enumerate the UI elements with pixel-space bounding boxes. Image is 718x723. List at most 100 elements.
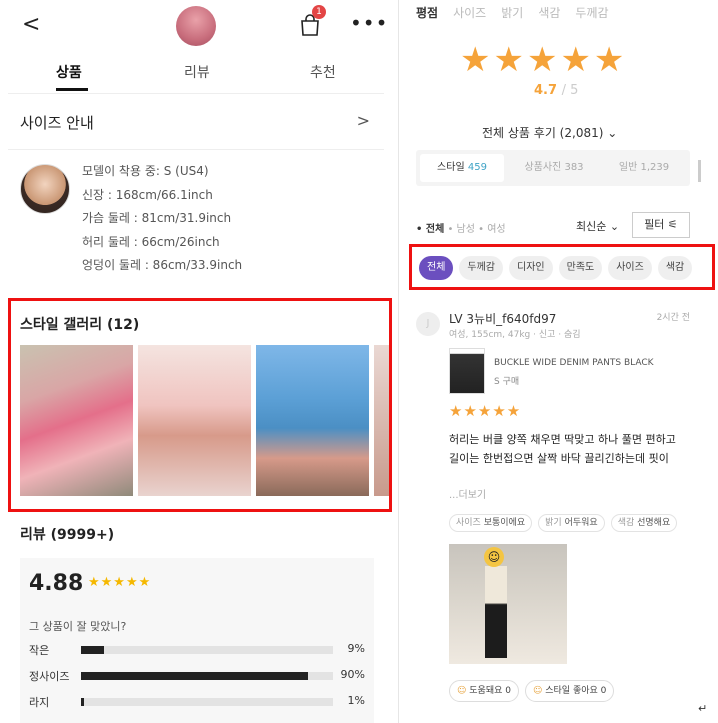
review-heading: 리뷰 (9999+) [20, 527, 115, 543]
segment-style[interactable]: 스타일 459 [420, 154, 504, 182]
reviewer-meta: 여성, 155cm, 47kg · 신고 · 숨김 [449, 330, 581, 340]
gallery-image[interactable] [256, 345, 369, 496]
model-waist: 허리 둘레 : 66cm/26inch [82, 234, 220, 249]
tag-value: 보통이에요 [483, 518, 526, 528]
chevron-right-icon: > [356, 111, 370, 130]
gender-female[interactable]: • 여성 [478, 224, 505, 235]
active-tab-indicator [56, 88, 88, 91]
tab-color[interactable]: 색감 [538, 4, 560, 21]
tag-key: 밝기 [545, 518, 562, 528]
helpful-button[interactable]: ☺ 도움돼요 0 [449, 680, 519, 702]
average-max: / 5 [561, 83, 579, 98]
fit-bar-fill [81, 698, 84, 706]
style-like-label: 스타일 좋아요 0 [545, 686, 607, 696]
tab-thickness[interactable]: 두께감 [575, 4, 608, 21]
tag-value: 어두워요 [564, 518, 598, 528]
model-hip: 엉덩이 둘레 : 86cm/33.9inch [82, 258, 243, 272]
model-height: 신장 : 168cm/66.1inch [82, 187, 213, 202]
average-rating: 4.7 / 5 [534, 83, 578, 98]
tag-key: 사이즈 [456, 518, 481, 528]
rating-stars: ★★★★★ [88, 575, 152, 590]
size-guide-title: 사이즈 안내 [20, 114, 94, 132]
purchased-size: S 구매 [494, 377, 520, 387]
tab-reviews[interactable]: 리뷰 [184, 62, 210, 82]
fit-row-large: 라지 1% [29, 694, 365, 712]
segment-count: 383 [564, 162, 584, 173]
gender-all[interactable]: • 전체 [416, 224, 444, 235]
return-symbol: ↵ [698, 702, 708, 715]
tab-brightness[interactable]: 밝기 [501, 4, 523, 21]
segment-label: 일반 [618, 162, 638, 173]
filter-button[interactable]: 필터 ⚟ [632, 212, 690, 238]
more-options-icon[interactable]: ••• [350, 11, 388, 35]
emoji-icon: ☺ [532, 686, 543, 696]
tag-size: 사이즈 보통이에요 [449, 514, 533, 532]
fit-row-true-size: 정사이즈 90% [29, 668, 365, 686]
review-text: 허리는 버클 양쪽 채우면 딱맞고 하나 풀면 편하고 길이는 한번접으면 살짝… [449, 430, 704, 468]
gender-filter: • 전체 • 남성 • 여성 [416, 220, 506, 235]
chip-design[interactable]: 디자인 [509, 256, 553, 280]
fit-bar-fill [81, 646, 104, 654]
gallery-image[interactable] [138, 345, 251, 496]
fit-bar [81, 646, 333, 654]
product-thumbnail-pants[interactable] [449, 348, 485, 394]
segment-product-photo[interactable]: 상품사진 383 [512, 154, 596, 182]
review-photo[interactable]: ☺ [449, 544, 567, 664]
total-reviews-dropdown[interactable]: 전체 상품 후기 (2,081) ⌄ [482, 124, 617, 141]
fit-bar [81, 672, 333, 680]
keyword-chip-bar: 전체 두께감 디자인 만족도 사이즈 색감 [409, 244, 715, 290]
gallery-image[interactable] [374, 345, 389, 496]
photo-figure [485, 566, 507, 658]
size-guide-row[interactable]: 사이즈 안내 > [8, 94, 384, 150]
model-avatar [20, 164, 70, 214]
chip-thickness[interactable]: 두께감 [459, 256, 504, 280]
fit-question: 그 상품이 잘 맞았니? [29, 620, 127, 633]
product-name: BUCKLE WIDE DENIM PANTS BLACK [494, 358, 654, 368]
top-bar: < 1 ••• [0, 0, 392, 48]
chip-satisfaction[interactable]: 만족도 [558, 256, 603, 280]
smiley-face-icon: ☺ [484, 547, 504, 567]
tab-size[interactable]: 사이즈 [453, 4, 486, 21]
style-like-button[interactable]: ☺ 스타일 좋아요 0 [524, 680, 615, 702]
reviewer-avatar: J [416, 312, 440, 336]
chip-size[interactable]: 사이즈 [608, 256, 652, 280]
back-icon[interactable]: < [22, 14, 40, 36]
tag-value: 선명해요 [637, 518, 671, 528]
fit-label: 작은 [29, 644, 50, 657]
segment-label: 상품사진 [524, 162, 562, 173]
tag-color: 색감 선명해요 [610, 514, 678, 532]
fit-bar [81, 698, 333, 706]
product-thumbnail[interactable] [176, 6, 216, 46]
fit-label: 라지 [29, 696, 50, 709]
scrollbar[interactable] [698, 160, 701, 182]
average-stars: ★★★★★ [460, 40, 628, 80]
sort-dropdown[interactable]: 최신순 ⌄ [576, 218, 619, 234]
review-summary: 4.88 ★★★★★ 그 상품이 잘 맞았니? 작은 9% 정사이즈 90% 라… [20, 558, 374, 723]
fit-label: 정사이즈 [29, 670, 70, 683]
segment-count: 459 [467, 162, 487, 173]
segment-label: 스타일 [437, 162, 465, 173]
rating-category-tabs: 평점 사이즈 밝기 색감 두께감 [416, 4, 609, 21]
tab-product[interactable]: 상품 [56, 62, 82, 82]
read-more-link[interactable]: ...더보기 [449, 486, 486, 501]
panel-divider [398, 0, 399, 723]
chip-color[interactable]: 색감 [657, 256, 693, 280]
product-detail-panel: < 1 ••• 상품 리뷰 추천 사이즈 안내 > 모델이 착용 중: S (U… [0, 0, 392, 723]
fit-percent: 90% [340, 668, 365, 681]
fit-bar-fill [81, 672, 308, 680]
model-size: 모델이 착용 중: S (US4) [82, 164, 209, 178]
chip-all[interactable]: 전체 [419, 256, 454, 280]
gallery-image[interactable] [20, 345, 133, 496]
tab-recommend[interactable]: 추천 [310, 62, 336, 82]
gender-male[interactable]: • 남성 [447, 224, 474, 235]
review-type-segment: 스타일 459 상품사진 383 일반 1,239 [416, 150, 690, 186]
emoji-icon: ☺ [457, 686, 467, 696]
review-stars: ★★★★★ [449, 402, 522, 420]
reviewer-name[interactable]: LV 3뉴비_f640fd97 [449, 310, 556, 327]
tab-rating[interactable]: 평점 [416, 4, 438, 21]
style-gallery-title: 스타일 갤러리 (12) [20, 317, 140, 333]
segment-general[interactable]: 일반 1,239 [602, 154, 686, 182]
fit-row-small: 작은 9% [29, 642, 365, 660]
model-bust: 가슴 둘레 : 81cm/31.9inch [82, 211, 232, 225]
model-info: 모델이 착용 중: S (US4) 신장 : 168cm/66.1inch 가슴… [8, 150, 384, 286]
